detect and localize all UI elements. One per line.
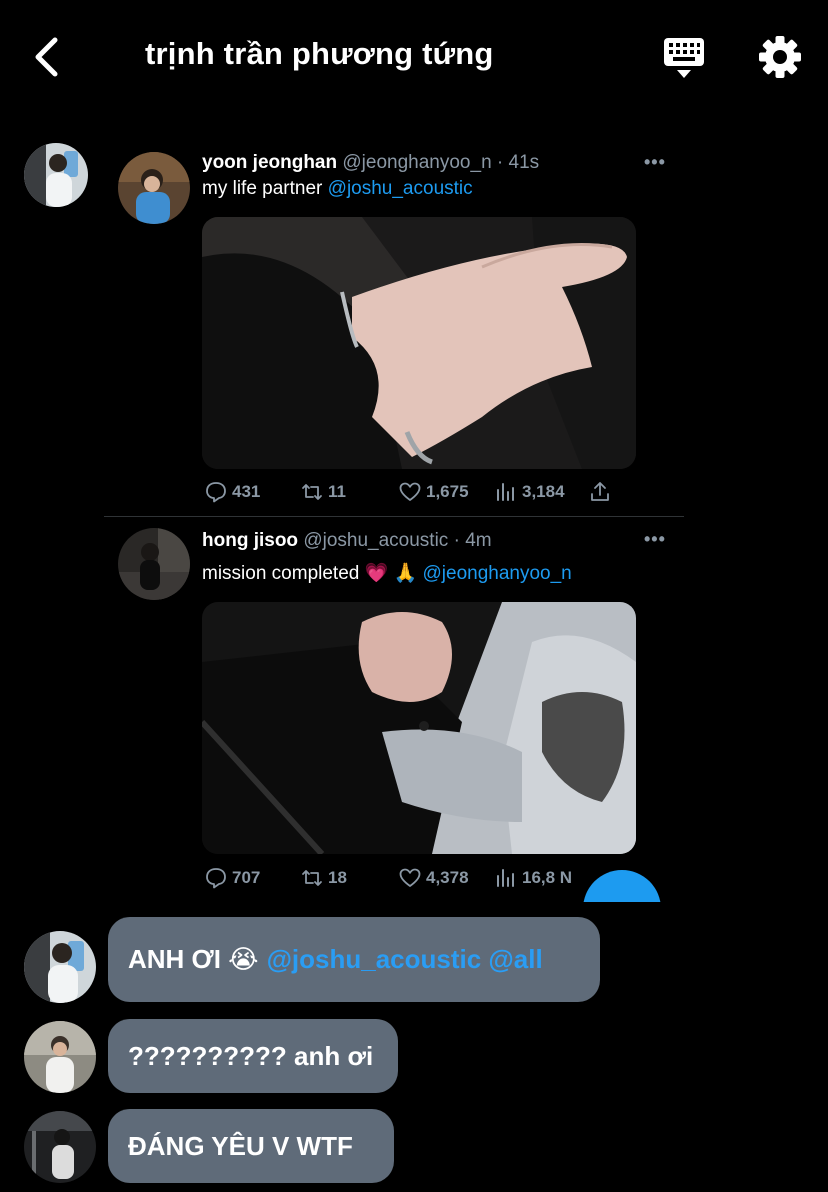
gear-icon[interactable] <box>757 34 803 80</box>
keyboard-icon[interactable] <box>662 36 706 80</box>
retweet-icon <box>302 870 322 886</box>
retweet-button[interactable]: 11 <box>300 480 346 504</box>
views-button[interactable]: 3,184 <box>494 480 565 504</box>
message-avatar[interactable] <box>24 931 96 1003</box>
more-options-icon[interactable]: ••• <box>644 529 666 550</box>
tweet-time: · 41s <box>496 152 540 173</box>
tweet-text: mission completed 💗 🙏 @jeonghanyoo_n <box>202 563 572 584</box>
shared-tweet[interactable]: hong jisoo @joshu_acoustic · 4m ••• miss… <box>104 518 684 902</box>
reply-icon <box>206 482 226 503</box>
shared-tweet[interactable]: yoon jeonghan @jeonghanyoo_n · 41s ••• m… <box>104 140 684 510</box>
tweet-mention[interactable]: @jeonghanyoo_n <box>423 563 572 584</box>
retweet-button[interactable]: 18 <box>300 866 347 890</box>
message-avatar[interactable] <box>24 1111 96 1183</box>
views-chart-icon <box>497 483 514 501</box>
heart-icon <box>399 868 421 887</box>
sender-avatar[interactable] <box>24 143 88 207</box>
share-icon <box>591 482 609 501</box>
tweet-actions: 707 18 4,378 16,8 N <box>202 866 642 892</box>
tweet-time: · 4m <box>453 530 492 551</box>
tweet-header: yoon jeonghan @jeonghanyoo_n · 41s <box>202 152 539 174</box>
message-text: ANH ƠI 😭 <box>128 944 259 974</box>
tweet-author-handle: @jeonghanyoo_n <box>342 152 492 173</box>
tweet-mention[interactable]: @joshu_acoustic <box>328 178 473 199</box>
reply-icon <box>206 868 226 889</box>
message-mentions[interactable]: @joshu_acoustic @all <box>267 944 543 975</box>
message-bubble[interactable]: ?????????? anh ơi <box>108 1019 398 1093</box>
views-chart-icon <box>497 869 514 887</box>
message-avatar[interactable] <box>24 1021 96 1093</box>
message-text: ?????????? anh ơi <box>128 1040 374 1071</box>
tweet-emoji: 💗 🙏 <box>364 563 418 584</box>
message-bubble[interactable]: ANH ƠI 😭 @joshu_acoustic @all <box>108 917 600 1002</box>
chat-header: trịnh trần phương tứng <box>0 0 828 112</box>
retweet-icon <box>302 484 322 500</box>
message-text: ĐÁNG YÊU V WTF <box>128 1130 353 1161</box>
chat-title[interactable]: trịnh trần phương tứng <box>145 36 494 72</box>
views-button[interactable]: 16,8 N <box>494 866 572 890</box>
tweet-author-name[interactable]: yoon jeonghan <box>202 152 337 173</box>
tweet-divider <box>104 516 684 517</box>
tweet-author-avatar[interactable] <box>118 152 190 224</box>
tweet-actions: 431 11 1,675 3,184 <box>202 480 642 506</box>
tweet-photo[interactable] <box>202 217 636 469</box>
reply-button[interactable]: 431 <box>204 480 260 504</box>
tweet-photo[interactable] <box>202 602 636 854</box>
message-bubble[interactable]: ĐÁNG YÊU V WTF <box>108 1109 394 1183</box>
tweet-header: hong jisoo @joshu_acoustic · 4m <box>202 530 492 552</box>
reply-button[interactable]: 707 <box>204 866 260 890</box>
share-button[interactable] <box>588 480 612 504</box>
chevron-left-icon[interactable] <box>28 36 68 78</box>
like-button[interactable]: 1,675 <box>398 480 469 504</box>
tweet-author-avatar[interactable] <box>118 528 190 600</box>
heart-icon <box>399 482 421 501</box>
like-button[interactable]: 4,378 <box>398 866 469 890</box>
tweet-text: my life partner @joshu_acoustic <box>202 178 473 199</box>
more-options-icon[interactable]: ••• <box>644 152 666 173</box>
tweet-author-handle: @joshu_acoustic <box>303 530 449 551</box>
tweet-author-name[interactable]: hong jisoo <box>202 530 298 551</box>
